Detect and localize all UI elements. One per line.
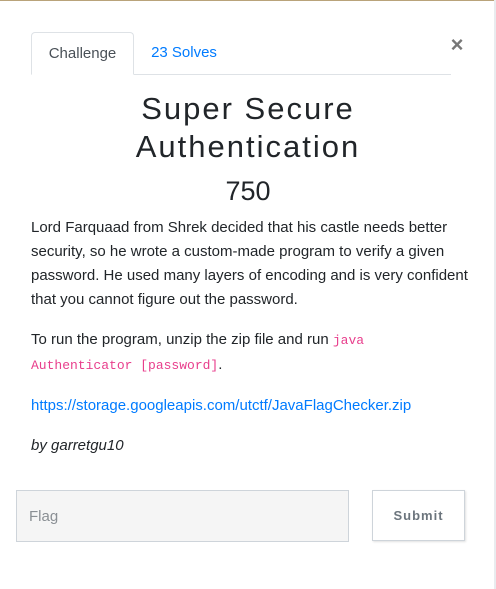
challenge-title: Super Secure Authentication [0, 90, 496, 166]
challenge-author: by garretgu10 [31, 437, 124, 454]
challenge-points: 750 [225, 176, 271, 206]
modal-top-strip [0, 0, 496, 1]
run-instructions-suffix: . [218, 356, 223, 373]
challenge-title-line-1: Super Secure [141, 91, 355, 126]
tab-challenge[interactable]: Challenge [31, 32, 134, 75]
challenge-tabs: Challenge 23 Solves [31, 32, 451, 75]
download-file-link[interactable]: https://storage.googleapis.com/utctf/Jav… [31, 397, 411, 414]
run-instructions-text: To run the program, unzip the zip file a… [31, 331, 333, 348]
challenge-title-line-2: Authentication [135, 129, 361, 164]
tab-solves[interactable]: 23 Solves [142, 32, 226, 74]
run-instructions: To run the program, unzip the zip file a… [31, 328, 471, 378]
file-link-row: https://storage.googleapis.com/utctf/Jav… [31, 394, 471, 418]
challenge-description: Lord Farquaad from Shrek decided that hi… [31, 219, 468, 308]
submit-button[interactable]: Submit [372, 490, 465, 541]
flag-input[interactable] [16, 490, 349, 542]
close-button[interactable]: × [449, 34, 465, 56]
